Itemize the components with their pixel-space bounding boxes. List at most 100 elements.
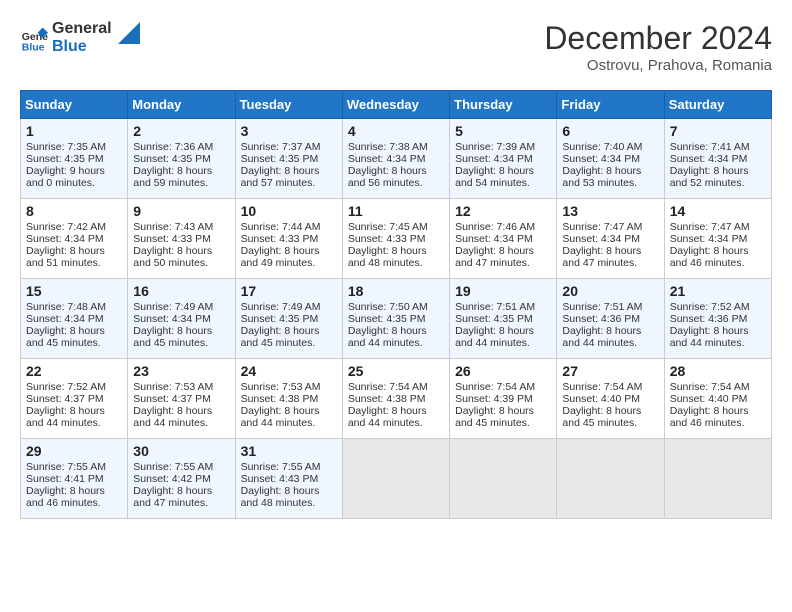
day-number: 22 [26,363,122,379]
sunset-text: Sunset: 4:41 PM [26,473,104,485]
sunset-text: Sunset: 4:34 PM [26,233,104,245]
daylight-text: Daylight: 8 hours and 59 minutes. [133,165,212,189]
daylight-text: Daylight: 8 hours and 46 minutes. [670,245,749,269]
daylight-text: Daylight: 8 hours and 45 minutes. [26,325,105,349]
day-number: 18 [348,283,444,299]
daylight-text: Daylight: 8 hours and 45 minutes. [562,405,641,429]
day-number: 17 [241,283,337,299]
month-title: December 2024 [544,20,772,57]
sunset-text: Sunset: 4:34 PM [348,153,426,165]
day-number: 15 [26,283,122,299]
day-number: 16 [133,283,229,299]
day-cell: 23Sunrise: 7:53 AMSunset: 4:37 PMDayligh… [128,359,235,439]
daylight-text: Daylight: 8 hours and 49 minutes. [241,245,320,269]
day-cell: 25Sunrise: 7:54 AMSunset: 4:38 PMDayligh… [342,359,449,439]
week-row-3: 15Sunrise: 7:48 AMSunset: 4:34 PMDayligh… [21,279,772,359]
header-monday: Monday [128,91,235,119]
sunrise-text: Sunrise: 7:40 AM [562,141,642,153]
sunrise-text: Sunrise: 7:39 AM [455,141,535,153]
location-subtitle: Ostrovu, Prahova, Romania [544,57,772,74]
daylight-text: Daylight: 8 hours and 44 minutes. [455,325,534,349]
title-block: December 2024 Ostrovu, Prahova, Romania [544,20,772,74]
sunset-text: Sunset: 4:35 PM [455,313,533,325]
day-cell: 16Sunrise: 7:49 AMSunset: 4:34 PMDayligh… [128,279,235,359]
day-number: 6 [562,123,658,139]
sunset-text: Sunset: 4:36 PM [562,313,640,325]
day-number: 24 [241,363,337,379]
sunset-text: Sunset: 4:38 PM [348,393,426,405]
sunrise-text: Sunrise: 7:41 AM [670,141,750,153]
sunset-text: Sunset: 4:40 PM [562,393,640,405]
sunrise-text: Sunrise: 7:47 AM [562,221,642,233]
day-number: 12 [455,203,551,219]
daylight-text: Daylight: 8 hours and 45 minutes. [241,325,320,349]
daylight-text: Daylight: 8 hours and 44 minutes. [562,325,641,349]
week-row-4: 22Sunrise: 7:52 AMSunset: 4:37 PMDayligh… [21,359,772,439]
day-number: 13 [562,203,658,219]
sunrise-text: Sunrise: 7:45 AM [348,221,428,233]
day-number: 2 [133,123,229,139]
day-cell: 8Sunrise: 7:42 AMSunset: 4:34 PMDaylight… [21,199,128,279]
day-cell: 31 Sunrise: 7:55 AMSunset: 4:43 PMDayligh… [235,439,342,519]
sunrise-text: Sunrise: 7:54 AM [348,381,428,393]
day-cell: 10Sunrise: 7:44 AMSunset: 4:33 PMDayligh… [235,199,342,279]
sunrise-text: Sunrise: 7:51 AM [455,301,535,313]
sunrise-text: Sunrise: 7:36 AM [133,141,213,153]
logo-blue: Blue [52,38,112,56]
day-number: 8 [26,203,122,219]
sunrise-text: Sunrise: 7:42 AM [26,221,106,233]
header-sunday: Sunday [21,91,128,119]
week-row-2: 8Sunrise: 7:42 AMSunset: 4:34 PMDaylight… [21,199,772,279]
day-cell: 30Sunrise: 7:55 AMSunset: 4:42 PMDayligh… [128,439,235,519]
sunrise-text: Sunrise: 7:35 AM [26,141,106,153]
day-number: 30 [133,443,229,459]
day-cell: 6Sunrise: 7:40 AMSunset: 4:34 PMDaylight… [557,119,664,199]
day-cell [342,439,449,519]
day-number: 27 [562,363,658,379]
day-number: 4 [348,123,444,139]
day-cell: 28Sunrise: 7:54 AMSunset: 4:40 PMDayligh… [664,359,771,439]
page-header: General Blue General Blue December 2024 … [20,20,772,74]
daylight-text: Daylight: 8 hours and 48 minutes. [241,485,320,509]
daylight-text: Daylight: 8 hours and 52 minutes. [670,165,749,189]
sunset-text: Sunset: 4:35 PM [348,313,426,325]
header-thursday: Thursday [450,91,557,119]
sunset-text: Sunset: 4:34 PM [670,153,748,165]
sunset-text: Sunset: 4:34 PM [455,153,533,165]
sunrise-text: Sunrise: 7:49 AM [133,301,213,313]
sunset-text: Sunset: 4:37 PM [133,393,211,405]
day-cell [450,439,557,519]
sunset-text: Sunset: 4:43 PM [241,473,319,485]
header-friday: Friday [557,91,664,119]
sunset-text: Sunset: 4:34 PM [562,233,640,245]
day-number: 31 [241,443,337,459]
day-cell: 9Sunrise: 7:43 AMSunset: 4:33 PMDaylight… [128,199,235,279]
sunrise-text: Sunrise: 7:52 AM [670,301,750,313]
day-number: 19 [455,283,551,299]
logo-icon: General Blue [20,24,48,52]
header-saturday: Saturday [664,91,771,119]
day-cell: 18Sunrise: 7:50 AMSunset: 4:35 PMDayligh… [342,279,449,359]
sunrise-text: Sunrise: 7:46 AM [455,221,535,233]
daylight-text: Daylight: 8 hours and 44 minutes. [348,325,427,349]
daylight-text: Daylight: 8 hours and 57 minutes. [241,165,320,189]
day-cell: 22Sunrise: 7:52 AMSunset: 4:37 PMDayligh… [21,359,128,439]
sunrise-text: Sunrise: 7:51 AM [562,301,642,313]
logo-arrow-icon [118,22,140,44]
daylight-text: Daylight: 8 hours and 44 minutes. [133,405,212,429]
sunset-text: Sunset: 4:34 PM [26,313,104,325]
day-cell: 13Sunrise: 7:47 AMSunset: 4:34 PMDayligh… [557,199,664,279]
sunset-text: Sunset: 4:39 PM [455,393,533,405]
day-cell: 5Sunrise: 7:39 AMSunset: 4:34 PMDaylight… [450,119,557,199]
day-cell: 24Sunrise: 7:53 AMSunset: 4:38 PMDayligh… [235,359,342,439]
day-cell: 15Sunrise: 7:48 AMSunset: 4:34 PMDayligh… [21,279,128,359]
sunrise-text: Sunrise: 7:49 AM [241,301,321,313]
day-number: 29 [26,443,122,459]
sunrise-text: Sunrise: 7:38 AM [348,141,428,153]
day-number: 28 [670,363,766,379]
day-number: 3 [241,123,337,139]
logo: General Blue General Blue [20,20,140,57]
sunrise-text: Sunrise: 7:55 AM [241,461,321,473]
day-number: 5 [455,123,551,139]
sunset-text: Sunset: 4:34 PM [670,233,748,245]
